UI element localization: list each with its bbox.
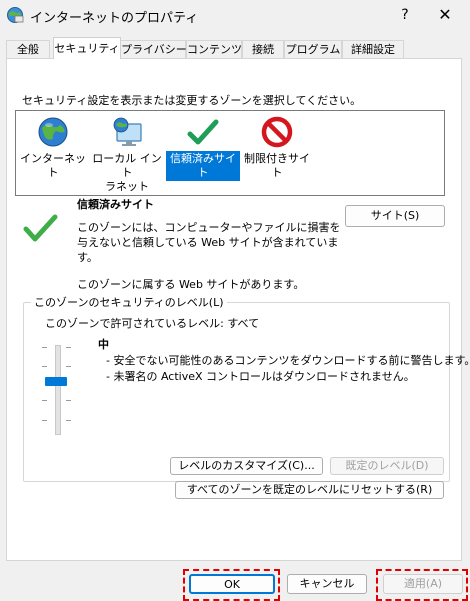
tab-security[interactable]: セキュリティ bbox=[53, 37, 121, 59]
default-level-button[interactable]: 既定のレベル(D) bbox=[330, 457, 444, 475]
reset-all-zones-button[interactable]: すべてのゾーンを既定のレベルにリセットする(R) bbox=[175, 481, 444, 499]
allowed-level-text: このゾーンで許可されているレベル: すべて bbox=[45, 317, 260, 330]
level-bullet: - 未署名の ActiveX コントロールはダウンロードされません。 bbox=[106, 370, 415, 383]
tab-privacy[interactable]: プライバシー bbox=[120, 40, 187, 58]
slider-tick bbox=[66, 400, 71, 401]
slider-thumb[interactable] bbox=[45, 377, 67, 386]
green-check-icon bbox=[187, 119, 219, 145]
security-level-description: - 安全でない可能性のあるコンテンツをダウンロードする前に警告します。 - 未署… bbox=[106, 353, 470, 385]
security-level-group-title: このゾーンのセキュリティのレベル(L) bbox=[31, 294, 227, 310]
zone-label: インターネット bbox=[20, 152, 86, 179]
close-button[interactable]: ✕ bbox=[430, 4, 460, 26]
ok-button[interactable]: OK bbox=[189, 574, 275, 594]
zone-internet[interactable]: インターネット bbox=[16, 115, 90, 181]
globe-icon bbox=[38, 117, 68, 147]
slider-tick bbox=[42, 347, 47, 348]
level-bullet: - 安全でない可能性のあるコンテンツをダウンロードする前に警告します。 bbox=[106, 354, 470, 367]
security-level-name: 中 bbox=[98, 338, 109, 351]
security-level-slider[interactable] bbox=[55, 345, 61, 435]
slider-tick bbox=[42, 366, 47, 367]
tab-advanced[interactable]: 詳細設定 bbox=[342, 40, 404, 58]
zone-websites-note: このゾーンに属する Web サイトがあります。 bbox=[77, 278, 305, 291]
zone-label: ローカル イント ラネット bbox=[92, 152, 162, 193]
cancel-button[interactable]: キャンセル bbox=[287, 574, 367, 594]
prohibited-icon bbox=[261, 116, 293, 148]
tab-content[interactable]: コンテンツ bbox=[186, 40, 242, 58]
selected-zone-name: 信頼済みサイト bbox=[77, 198, 154, 211]
zone-local-intranet[interactable]: ローカル イント ラネット bbox=[90, 115, 164, 195]
apply-button[interactable]: 適用(A) bbox=[383, 574, 463, 594]
zone-trusted-sites[interactable]: 信頼済みサイ ト bbox=[166, 115, 240, 181]
zone-restricted-sites[interactable]: 制限付きサイ ト bbox=[240, 115, 314, 181]
slider-tick bbox=[66, 420, 71, 421]
tab-programs[interactable]: プログラム bbox=[284, 40, 342, 58]
slider-tick bbox=[66, 366, 71, 367]
slider-tick bbox=[66, 347, 71, 348]
zone-label: 制限付きサイ ト bbox=[244, 152, 310, 179]
slider-tick bbox=[42, 400, 47, 401]
tab-general[interactable]: 全般 bbox=[6, 40, 50, 58]
custom-level-button[interactable]: レベルのカスタマイズ(C)... bbox=[170, 457, 323, 475]
help-button[interactable]: ? bbox=[393, 5, 417, 25]
window-title: インターネットのプロパティ bbox=[30, 11, 199, 26]
tab-connections[interactable]: 接続 bbox=[242, 40, 284, 58]
sites-button[interactable]: サイト(S) bbox=[345, 205, 445, 227]
slider-tick bbox=[42, 420, 47, 421]
zone-description: このゾーンには、コンピューターやファイルに損害を与えないと信頼している Web … bbox=[77, 221, 341, 264]
monitor-globe-icon bbox=[113, 117, 142, 146]
internet-options-icon bbox=[7, 7, 24, 23]
zone-label: 信頼済みサイ ト bbox=[166, 151, 240, 181]
trusted-check-icon bbox=[23, 214, 58, 242]
zone-instruction: セキュリティ設定を表示または変更するゾーンを選択してください。 bbox=[22, 94, 362, 107]
